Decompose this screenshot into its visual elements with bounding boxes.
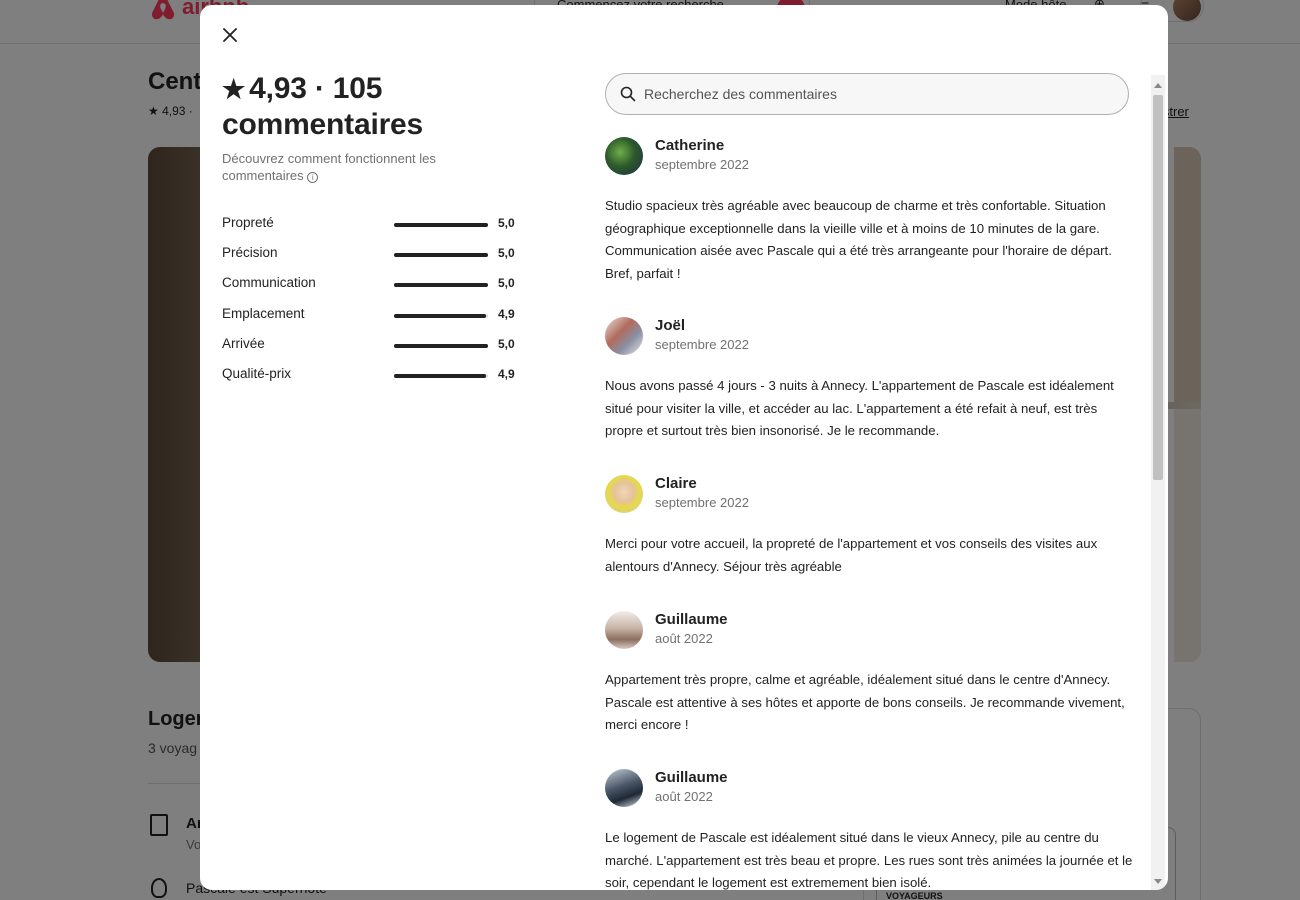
category-score: 5,0 [498,246,515,261]
reviewer-avatar[interactable] [605,611,643,649]
category-bar [394,223,488,227]
review-item: Guillaume août 2022 Appartement très propr… [605,609,1133,737]
category-name: Communication [222,275,316,291]
reviews-modal: ★ 4,93 · 105 commentaires Découvrez comme… [200,5,1168,890]
reviewer-name: Catherine [655,137,725,154]
rating-category-row: Qualité-prix 4,9 [222,366,522,396]
category-name: Arrivée [222,335,265,351]
review-item: Claire septembre 2022 Merci pour votre acc… [605,473,1133,578]
category-bar-fill [394,223,488,227]
category-bar-fill [394,343,488,348]
category-score: 5,0 [498,336,515,351]
category-score: 5,0 [498,276,515,291]
scrollbar[interactable] [1151,75,1165,890]
rating-category-row: Précision 5,0 [222,245,522,275]
review-item: Joël septembre 2022 Nous avons passé 4 jou… [605,315,1133,443]
scroll-down-arrow[interactable] [1154,879,1162,884]
rating-category-row: Communication 5,0 [222,275,522,305]
category-bar-fill [394,373,487,378]
rating-category-row: Propreté 5,0 [222,215,522,245]
reviewer-name: Guillaume [655,611,728,628]
category-bar-fill [394,253,488,258]
review-header: Guillaume août 2022 [605,767,1133,807]
reviewer-name: Claire [655,475,697,492]
category-bar [394,313,488,318]
category-bar [394,283,488,288]
rating-category-row: Arrivée 5,0 [222,336,522,366]
reviewer-avatar[interactable] [605,317,643,355]
category-score: 4,9 [498,366,515,381]
close-icon [223,28,237,42]
close-button[interactable] [216,21,244,49]
overall-rating: 4,93 [249,72,307,105]
review-text: Studio spacieux très agréable avec beauc… [605,198,1112,281]
category-name: Qualité-prix [222,365,292,381]
category-bar [394,253,488,258]
reviewer-name: Joël [655,317,686,334]
review-date: septembre 2022 [655,337,749,352]
review-header: Guillaume août 2022 [605,609,1133,649]
review-text: Merci pour votre accueil, la propreté de… [605,536,1098,574]
rating-category-row: Emplacement 4,9 [222,306,522,336]
search-icon [620,86,636,102]
review-header: Claire septembre 2022 [605,473,1133,513]
category-bar-fill [394,283,488,288]
how-reviews-work-link[interactable]: Découvrez comment fonctionnent les comme… [222,150,472,184]
rating-separator: · [314,72,325,105]
review-date: septembre 2022 [655,157,749,172]
review-header: Joël septembre 2022 [605,315,1133,355]
review-date: août 2022 [655,789,713,804]
scrollbar-thumb[interactable] [1153,95,1163,480]
how-reviews-work-text: Découvrez comment fonctionnent les comme… [222,151,436,183]
category-score: 5,0 [498,216,515,230]
rating-heading: ★ 4,93 · 105 commentaires [222,71,542,142]
star-icon: ★ [222,74,246,104]
category-name: Propreté [222,215,274,230]
review-item: Guillaume août 2022 Le logement de Pascale… [605,767,1133,890]
category-bar [394,373,488,378]
review-date: septembre 2022 [655,495,749,510]
scroll-up-arrow[interactable] [1154,83,1162,88]
category-bar-fill [394,313,487,318]
category-name: Précision [222,245,278,261]
reviewer-avatar[interactable] [605,769,643,807]
category-score: 4,9 [498,306,515,321]
rating-categories: Propreté 5,0 Précision 5,0 Communication 5,0 E… [222,215,522,396]
review-date: août 2022 [655,631,713,646]
review-text: Le logement de Pascale est idéalement si… [605,830,1133,890]
rating-summary: ★ 4,93 · 105 commentaires Découvrez comme… [222,71,542,184]
category-name: Emplacement [222,305,305,321]
reviewer-avatar[interactable] [605,475,643,513]
reviewer-avatar[interactable] [605,137,643,175]
review-header: Catherine septembre 2022 [605,135,1133,175]
info-icon[interactable]: i [307,172,319,183]
search-input[interactable] [644,75,1114,113]
review-text: Appartement très propre, calme et agréab… [605,672,1125,733]
review-search[interactable] [605,73,1129,115]
category-bar [394,343,488,348]
review-item: Catherine septembre 2022 Studio spacieux t… [605,135,1133,285]
review-text: Nous avons passé 4 jours - 3 nuits à Ann… [605,378,1114,439]
reviewer-name: Guillaume [655,769,728,786]
